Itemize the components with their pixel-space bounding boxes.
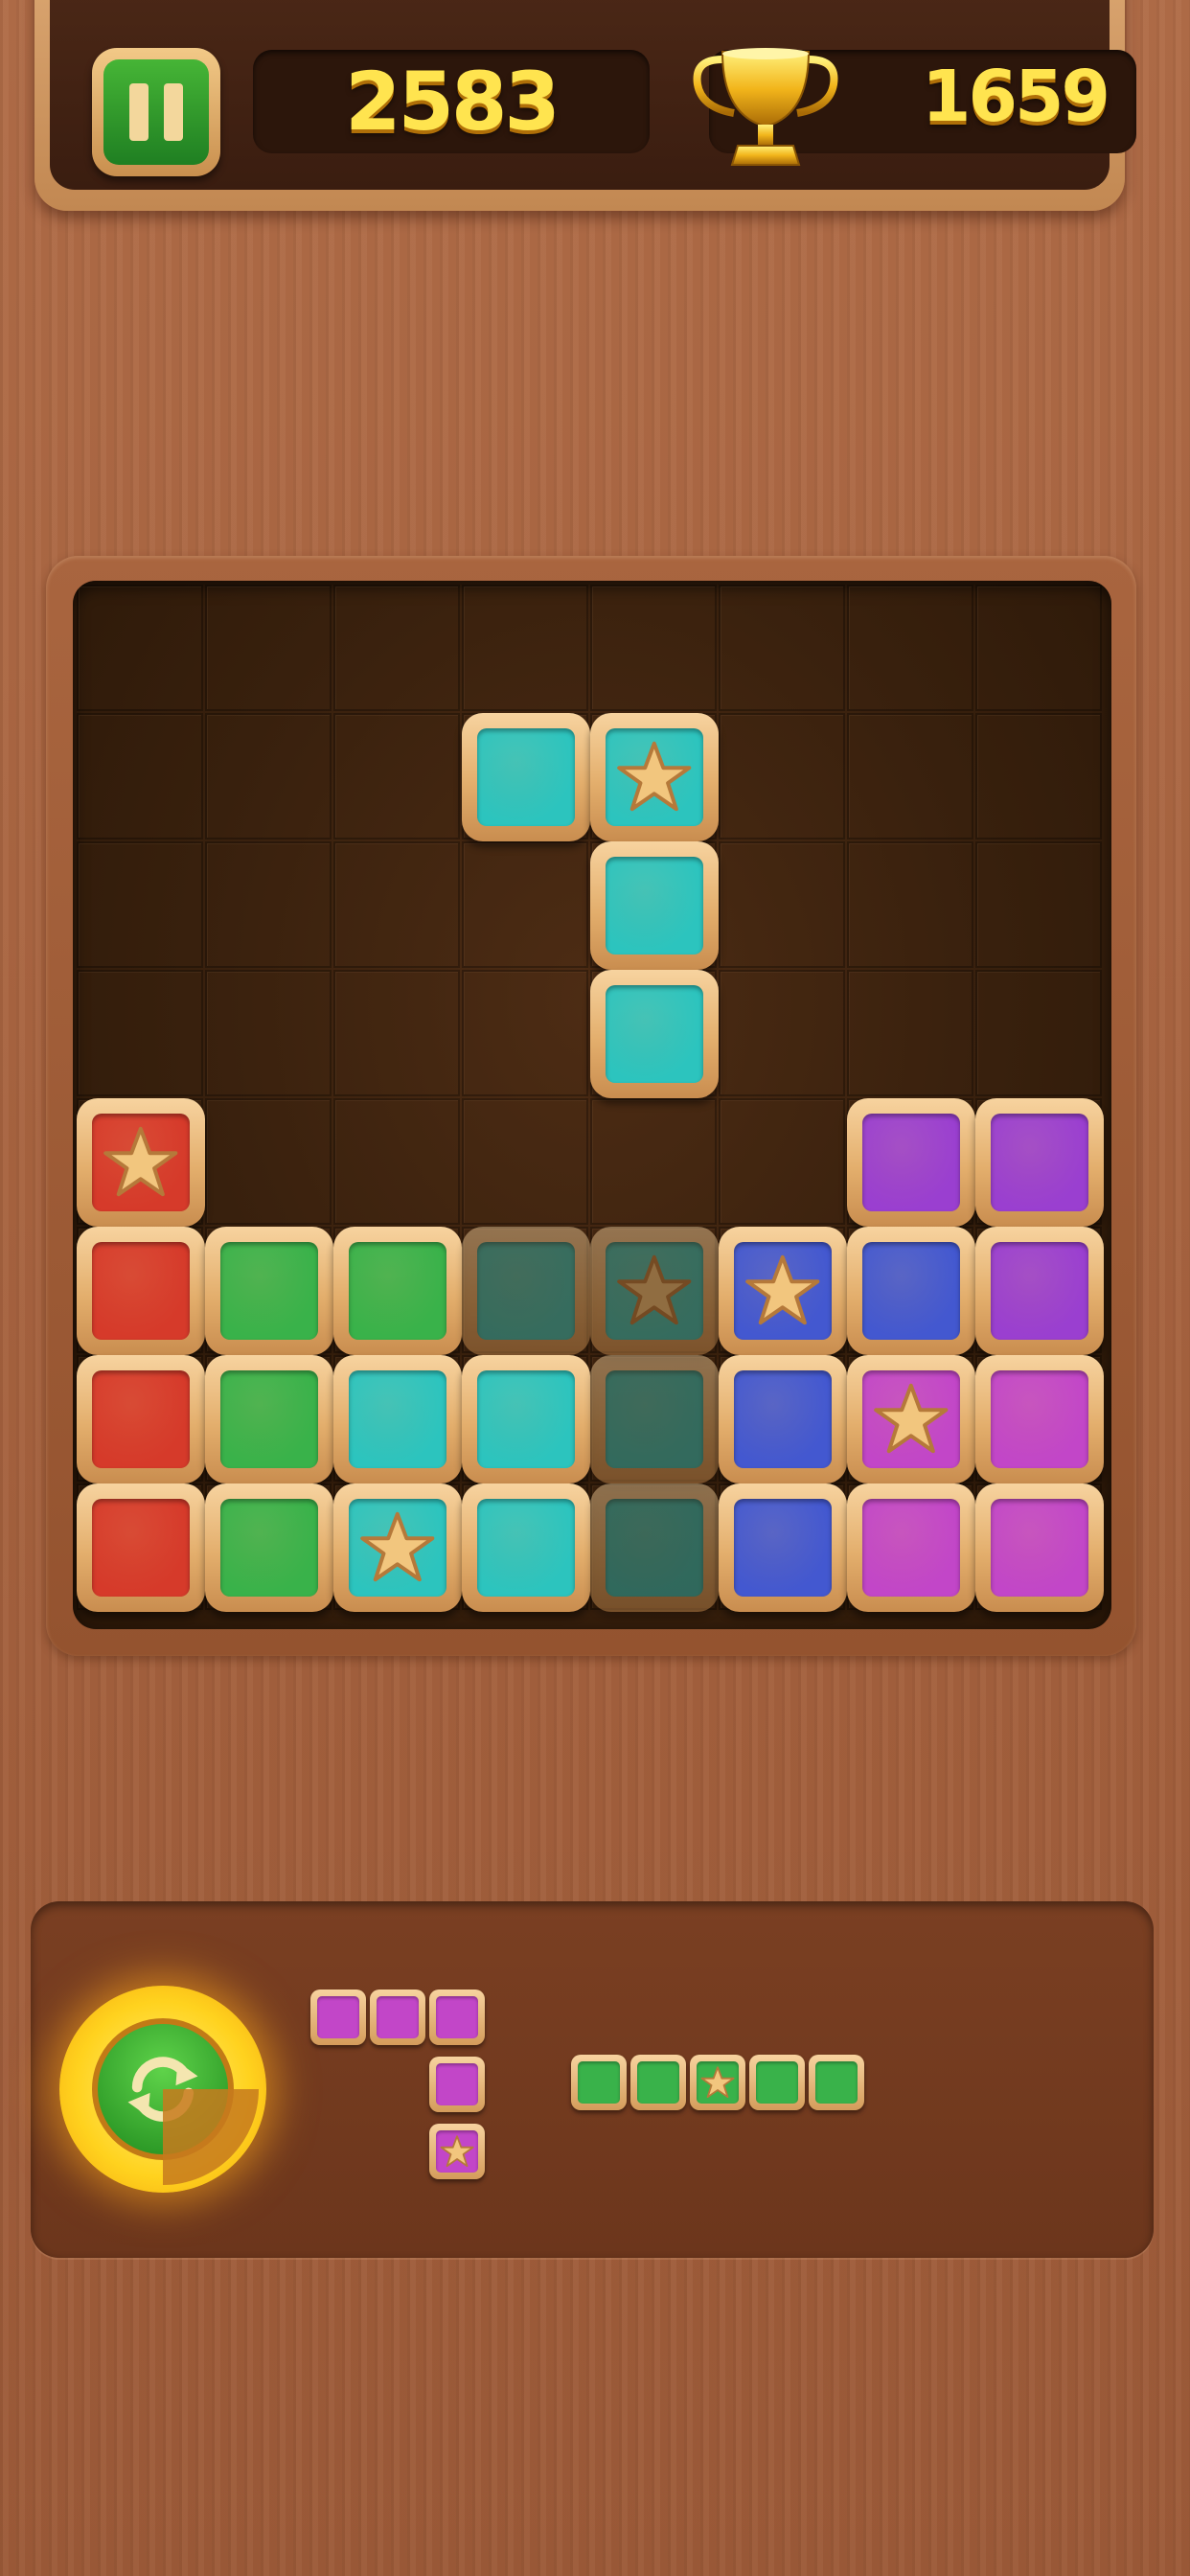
board-cell — [462, 585, 588, 711]
board-cell — [77, 970, 203, 1096]
star-icon — [862, 1370, 960, 1468]
block-teal — [462, 1484, 590, 1612]
board-cell — [462, 970, 588, 1096]
board-cell — [590, 1098, 717, 1225]
block-magenta — [847, 1484, 975, 1612]
block-magenta — [847, 1355, 975, 1484]
best-score: 1659 — [693, 48, 1136, 166]
block-purple — [847, 1098, 975, 1227]
block-blue — [719, 1484, 847, 1612]
preview-block-teal — [590, 1227, 719, 1355]
block-red — [77, 1098, 205, 1227]
preview-block-teal — [462, 1227, 590, 1355]
block-blue — [719, 1355, 847, 1484]
board-cell — [333, 713, 460, 840]
board-cell — [719, 585, 845, 711]
board-cell — [77, 713, 203, 840]
block-teal — [590, 970, 719, 1098]
block-teal — [590, 713, 719, 841]
block-magenta — [975, 1484, 1104, 1612]
top-bar-panel: 2583 1659 — [50, 0, 1136, 190]
block-teal — [333, 1484, 462, 1612]
board-cell — [462, 841, 588, 968]
board-cell — [847, 841, 973, 968]
star-icon — [697, 2061, 739, 2104]
block-blue — [719, 1227, 847, 1355]
block-green — [205, 1227, 333, 1355]
piece-cell[interactable] — [630, 2055, 686, 2110]
board-cell — [333, 585, 460, 711]
board-cell — [975, 970, 1102, 1096]
board-cell — [590, 585, 717, 711]
star-icon — [606, 1242, 703, 1340]
board-cell — [847, 713, 973, 840]
piece-cell[interactable] — [429, 2057, 485, 2112]
board-cell — [847, 970, 973, 1096]
block-green — [333, 1227, 462, 1355]
block-magenta — [975, 1355, 1104, 1484]
piece-cell[interactable] — [310, 1990, 366, 2045]
best-score-value: 1659 — [922, 56, 1110, 138]
board-cell — [77, 585, 203, 711]
top-bar: 2583 1659 — [34, 0, 1136, 211]
board-cell — [975, 841, 1102, 968]
block-purple — [975, 1227, 1104, 1355]
board-cell — [77, 841, 203, 968]
block-teal — [462, 713, 590, 841]
board-cell — [333, 1098, 460, 1225]
piece-cell[interactable] — [571, 2055, 627, 2110]
board-cell — [719, 970, 845, 1096]
pause-icon — [103, 59, 209, 165]
board-cell — [205, 1098, 332, 1225]
piece-cell[interactable] — [429, 2124, 485, 2179]
board-cell — [205, 713, 332, 840]
star-icon — [92, 1114, 190, 1211]
block-red — [77, 1227, 205, 1355]
board-cell — [205, 970, 332, 1096]
board-cell — [205, 841, 332, 968]
piece-cell[interactable] — [429, 1990, 485, 2045]
board-cell — [847, 585, 973, 711]
board-cell — [975, 585, 1102, 711]
current-score: 2583 — [253, 50, 650, 153]
piece-cell[interactable] — [749, 2055, 805, 2110]
board-cell — [462, 1098, 588, 1225]
block-teal — [462, 1355, 590, 1484]
block-teal — [333, 1355, 462, 1484]
block-red — [77, 1484, 205, 1612]
star-icon — [734, 1242, 832, 1340]
board-cell — [719, 841, 845, 968]
block-green — [205, 1484, 333, 1612]
board-cell — [205, 585, 332, 711]
piece-cell[interactable] — [809, 2055, 864, 2110]
block-purple — [975, 1098, 1104, 1227]
pause-button[interactable] — [92, 48, 220, 176]
star-icon — [436, 2130, 478, 2173]
piece-cell[interactable] — [690, 2055, 745, 2110]
rotate-button[interactable] — [59, 1986, 266, 2193]
board-cell — [719, 1098, 845, 1225]
star-icon — [606, 728, 703, 826]
piece-cell[interactable] — [370, 1990, 425, 2045]
preview-block-teal — [590, 1355, 719, 1484]
trophy-icon — [693, 48, 838, 166]
board-cell — [719, 713, 845, 840]
game-board[interactable] — [73, 581, 1111, 1629]
board-cell — [333, 841, 460, 968]
board-cell — [975, 713, 1102, 840]
current-score-value: 2583 — [345, 55, 561, 149]
preview-block-teal — [590, 1484, 719, 1612]
block-blue — [847, 1227, 975, 1355]
star-icon — [349, 1499, 446, 1597]
board-cell — [333, 970, 460, 1096]
block-green — [205, 1355, 333, 1484]
block-teal — [590, 841, 719, 970]
block-red — [77, 1355, 205, 1484]
